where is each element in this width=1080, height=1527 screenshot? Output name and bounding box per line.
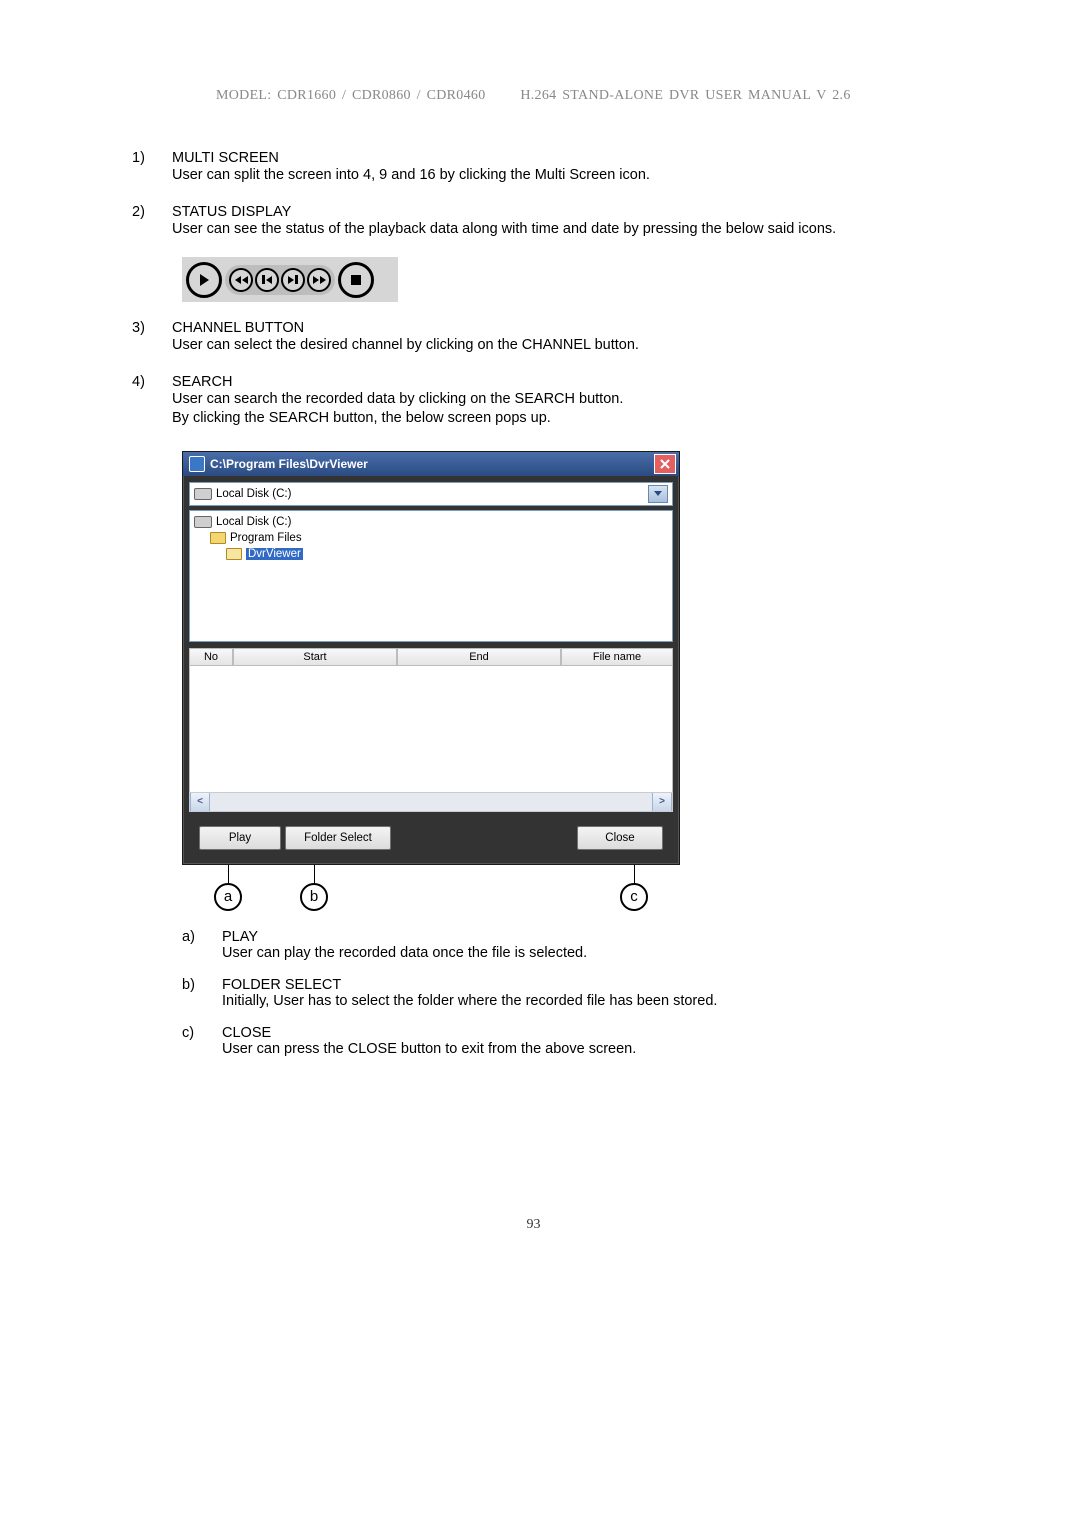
horizontal-scrollbar[interactable] — [189, 792, 673, 812]
section-desc: User can see the status of the playback … — [172, 220, 945, 240]
subsection-play: a) PLAY User can play the recorded data … — [182, 929, 945, 961]
scroll-right-icon[interactable] — [652, 793, 672, 811]
annotation-line — [634, 865, 635, 883]
drive-dropdown[interactable]: Local Disk (C:) — [189, 482, 673, 506]
section-desc: User can search the recorded data by cli… — [172, 390, 945, 410]
scroll-track[interactable] — [210, 793, 652, 811]
section-desc: User can split the screen into 4, 9 and … — [172, 166, 945, 186]
dialog-title: C:\Program Files\DvrViewer — [210, 457, 654, 471]
folder-open-icon — [226, 548, 242, 560]
column-start[interactable]: Start — [233, 648, 397, 666]
section-status-display: 2) STATUS DISPLAY User can see the statu… — [132, 204, 945, 240]
subsection-desc: User can play the recorded data once the… — [222, 945, 945, 961]
page-number: 93 — [122, 1217, 945, 1233]
next-icon[interactable] — [281, 268, 305, 292]
stop-icon[interactable] — [338, 262, 374, 298]
section-channel-button: 3) CHANNEL BUTTON User can select the de… — [132, 320, 945, 356]
folder-icon — [210, 532, 226, 544]
subsection-title: CLOSE — [222, 1025, 945, 1041]
subsection-number: a) — [182, 929, 222, 961]
fast-forward-icon[interactable] — [307, 268, 331, 292]
play-icon[interactable] — [186, 262, 222, 298]
subsection-number: c) — [182, 1025, 222, 1057]
dialog-annotations: a b c — [182, 865, 680, 911]
prev-icon[interactable] — [255, 268, 279, 292]
subsection-desc: Initially, User has to select the folder… — [222, 993, 945, 1009]
subsection-folder-select: b) FOLDER SELECT Initially, User has to … — [182, 977, 945, 1009]
subsection-desc: User can press the CLOSE button to exit … — [222, 1041, 945, 1057]
section-multi-screen: 1) MULTI SCREEN User can split the scree… — [132, 150, 945, 186]
annotation-c: c — [620, 883, 648, 911]
section-title: CHANNEL BUTTON — [172, 320, 945, 336]
subsection-title: FOLDER SELECT — [222, 977, 945, 993]
section-number: 1) — [132, 150, 172, 186]
search-dialog: C:\Program Files\DvrViewer Local Disk (C… — [182, 451, 680, 865]
file-list[interactable] — [189, 666, 673, 792]
header-manual: H.264 STAND-ALONE DVR USER MANUAL V 2.6 — [520, 88, 850, 103]
section-number: 2) — [132, 204, 172, 240]
section-number: 4) — [132, 374, 172, 429]
tree-root[interactable]: Local Disk (C:) — [194, 514, 668, 530]
header-model: MODEL: CDR1660 / CDR0860 / CDR0460 — [216, 88, 486, 103]
drive-icon — [194, 488, 212, 500]
annotation-line — [314, 865, 315, 883]
play-button[interactable]: Play — [199, 826, 281, 850]
subsection-close: c) CLOSE User can press the CLOSE button… — [182, 1025, 945, 1057]
dialog-app-icon — [189, 456, 205, 472]
column-end[interactable]: End — [397, 648, 561, 666]
column-filename[interactable]: File name — [561, 648, 673, 666]
dialog-button-row: Play Folder Select Close — [183, 820, 679, 864]
section-number: 3) — [132, 320, 172, 356]
tree-label: Program Files — [230, 532, 302, 544]
annotation-a: a — [214, 883, 242, 911]
tree-label: Local Disk (C:) — [216, 516, 291, 528]
page-header: MODEL: CDR1660 / CDR0860 / CDR0460 H.264… — [122, 88, 945, 104]
column-no[interactable]: No — [189, 648, 233, 666]
tree-label: DvrViewer — [246, 548, 303, 560]
folder-tree[interactable]: Local Disk (C:) Program Files DvrViewer — [189, 510, 673, 642]
dialog-titlebar: C:\Program Files\DvrViewer — [183, 452, 679, 476]
section-title: SEARCH — [172, 374, 945, 390]
section-desc: User can select the desired channel by c… — [172, 336, 945, 356]
close-icon[interactable] — [654, 454, 676, 474]
tree-folder-selected[interactable]: DvrViewer — [226, 546, 668, 562]
tree-folder[interactable]: Program Files — [210, 530, 668, 546]
drive-selected-label: Local Disk (C:) — [216, 488, 291, 500]
drive-icon — [194, 516, 212, 528]
scroll-left-icon[interactable] — [190, 793, 210, 811]
section-title: MULTI SCREEN — [172, 150, 945, 166]
section-title: STATUS DISPLAY — [172, 204, 945, 220]
file-list-header: No Start End File name — [189, 648, 673, 666]
playback-group — [225, 265, 335, 295]
annotation-b: b — [300, 883, 328, 911]
folder-select-button[interactable]: Folder Select — [285, 826, 391, 850]
close-button[interactable]: Close — [577, 826, 663, 850]
annotation-line — [228, 865, 229, 883]
playback-toolbar — [182, 257, 398, 302]
section-desc: By clicking the SEARCH button, the below… — [172, 409, 945, 429]
rewind-icon[interactable] — [229, 268, 253, 292]
dropdown-arrow-icon[interactable] — [648, 485, 668, 503]
subsection-number: b) — [182, 977, 222, 1009]
subsection-title: PLAY — [222, 929, 945, 945]
section-search: 4) SEARCH User can search the recorded d… — [132, 374, 945, 429]
